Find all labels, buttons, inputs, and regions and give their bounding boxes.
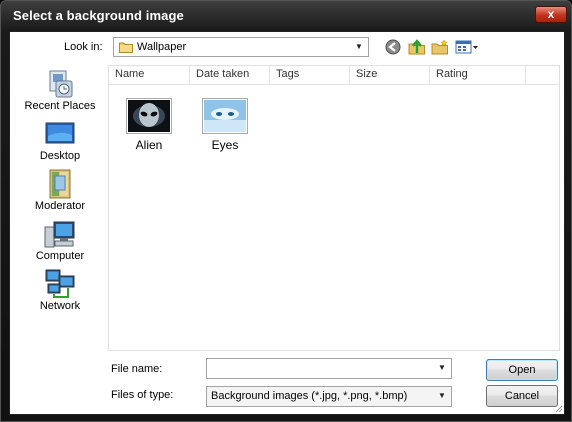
lookin-label: Look in: <box>64 41 103 53</box>
folder-icon <box>119 42 133 53</box>
file-item-label: Alien <box>135 138 163 152</box>
filetype-label: Files of type: <box>111 389 174 401</box>
place-label: Moderator <box>34 200 86 212</box>
column-header-date-taken[interactable]: Date taken <box>190 66 270 84</box>
close-icon: x <box>547 7 555 21</box>
place-moderator[interactable]: Moderator <box>14 168 106 216</box>
filename-label: File name: <box>111 363 163 375</box>
new-folder-icon[interactable] <box>431 39 449 55</box>
file-item-label: Eyes <box>211 138 239 152</box>
eyes-thumbnail <box>202 98 248 134</box>
lookin-value: Wallpaper <box>137 41 187 53</box>
filename-dropdown-arrow[interactable]: ▼ <box>433 359 451 377</box>
open-button[interactable]: Open <box>486 359 558 381</box>
file-list-view[interactable]: Name Date taken Tags Size Rating Alien E… <box>108 65 560 351</box>
recent-places-icon <box>49 70 73 98</box>
column-header-row: Name Date taken Tags Size Rating <box>109 66 559 85</box>
place-label: Recent Places <box>24 100 96 112</box>
place-network[interactable]: Network <box>14 268 106 316</box>
close-button[interactable]: x <box>535 6 567 23</box>
lookin-dropdown-arrow[interactable]: ▼ <box>350 38 368 56</box>
filetype-value: Background images (*.jpg, *.png, *.bmp) <box>211 390 408 402</box>
place-computer[interactable]: Computer <box>14 218 106 266</box>
filename-input[interactable] <box>209 360 433 377</box>
file-item-eyes[interactable]: Eyes <box>195 98 255 158</box>
column-header-rating[interactable]: Rating <box>430 66 526 84</box>
column-header-name[interactable]: Name <box>109 66 190 84</box>
place-label: Desktop <box>39 150 81 162</box>
column-header-size[interactable]: Size <box>350 66 430 84</box>
place-label: Network <box>39 300 81 312</box>
column-header-tags[interactable]: Tags <box>270 66 350 84</box>
views-menu-icon[interactable] <box>455 39 479 55</box>
resize-grip-icon[interactable] <box>553 403 563 413</box>
lookin-combobox[interactable]: Wallpaper ▼ <box>113 37 369 57</box>
desktop-icon <box>45 122 75 144</box>
filetype-dropdown-arrow[interactable]: ▼ <box>433 387 451 405</box>
up-folder-icon[interactable] <box>408 39 426 55</box>
window-title: Select a background image <box>13 8 184 23</box>
alien-thumbnail <box>126 98 172 134</box>
dialog-window: Select a background image x Look in: Wal… <box>0 0 572 422</box>
place-recent-places[interactable]: Recent Places <box>14 68 106 116</box>
network-icon <box>45 269 75 298</box>
filename-combobox[interactable]: ▼ <box>206 358 452 379</box>
back-icon[interactable] <box>384 39 402 55</box>
place-label: Computer <box>35 250 85 262</box>
computer-icon <box>44 221 75 248</box>
file-item-alien[interactable]: Alien <box>119 98 179 158</box>
user-folder-icon <box>49 169 71 199</box>
cancel-button[interactable]: Cancel <box>486 385 558 407</box>
dialog-client-area: Look in: Wallpaper ▼ Recent Places Deskt… <box>9 31 565 415</box>
filetype-combobox[interactable]: Background images (*.jpg, *.png, *.bmp) … <box>206 386 452 407</box>
place-desktop[interactable]: Desktop <box>14 118 106 166</box>
